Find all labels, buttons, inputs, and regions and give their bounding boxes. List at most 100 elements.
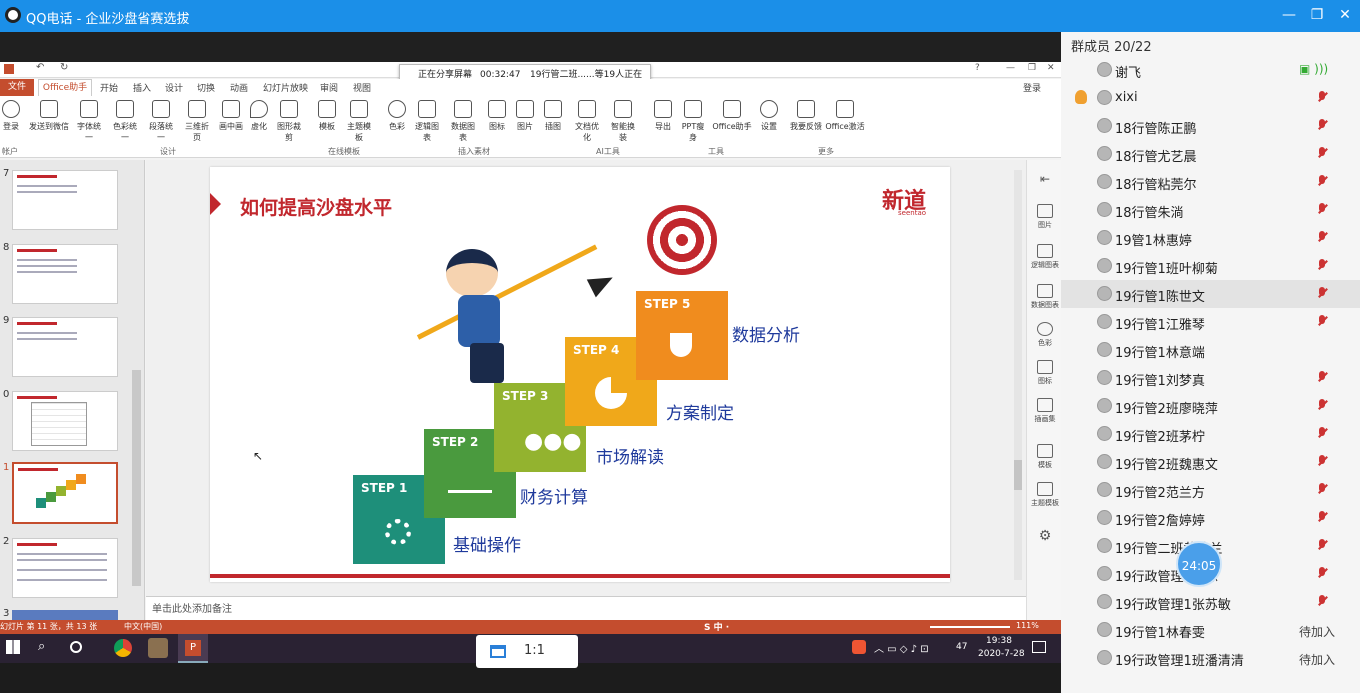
slide-thumbnail[interactable] xyxy=(12,244,118,304)
tab-view[interactable]: 视图 xyxy=(353,81,371,94)
maximize-button[interactable]: ❐ xyxy=(1306,5,1328,25)
member-row[interactable]: 19行管1刘梦真 xyxy=(1061,364,1360,392)
slide-thumbnail[interactable] xyxy=(12,538,118,598)
notification-badge[interactable]: 47 xyxy=(956,642,967,652)
ribbon-template-button[interactable]: 模板 xyxy=(312,100,342,138)
ime-icon[interactable]: S 中 · xyxy=(704,620,729,633)
side-picture-button[interactable]: 图片 xyxy=(1031,204,1059,230)
side-data-chart-button[interactable]: 数据图表 xyxy=(1031,284,1059,310)
collapse-button[interactable]: ⇤ xyxy=(1031,172,1059,186)
member-row[interactable]: 19行管1陈世文 xyxy=(1061,280,1360,308)
language-indicator[interactable]: 中文(中国) xyxy=(124,621,162,632)
member-row[interactable]: 19行管1江雅琴 xyxy=(1061,308,1360,336)
ribbon-login-button[interactable]: 登录 xyxy=(0,100,26,138)
member-row[interactable]: 19行政管理1班潘清清 待加入 xyxy=(1061,644,1360,672)
ratio-toggle-button[interactable]: 1:1 xyxy=(476,635,578,668)
member-row[interactable]: 19行管2詹婷婷 xyxy=(1061,504,1360,532)
ribbon-feedback-button[interactable]: 我要反馈 xyxy=(788,100,824,138)
side-illustration-button[interactable]: 插画集 xyxy=(1031,398,1059,424)
ribbon-doc-optimize-button[interactable]: 文档优化 xyxy=(572,100,602,142)
help-icon[interactable]: ? xyxy=(975,63,980,73)
tab-slideshow[interactable]: 幻灯片放映 xyxy=(263,81,308,94)
tab-office-helper[interactable]: Office助手 xyxy=(38,79,92,96)
ribbon-picture-button[interactable]: 图片 xyxy=(510,100,540,138)
member-row[interactable]: 18行管陈正鹏 xyxy=(1061,112,1360,140)
member-row[interactable]: 19行管2范兰方 xyxy=(1061,476,1360,504)
ppt-restore-button[interactable]: ❐ xyxy=(1028,63,1036,73)
zoom-slider[interactable] xyxy=(930,626,1010,628)
ribbon-data-chart-button[interactable]: 数据图表 xyxy=(448,100,478,142)
tab-animations[interactable]: 动画 xyxy=(230,81,248,94)
thumbnail-scrollbar[interactable] xyxy=(132,370,141,586)
member-row[interactable]: 19行管1林春雯 待加入 xyxy=(1061,616,1360,644)
close-button[interactable]: ✕ xyxy=(1334,5,1356,25)
slide-thumbnail[interactable] xyxy=(12,317,118,377)
tray-icons[interactable]: ︿ ▭ ◇ ♪ ⊡ xyxy=(874,640,929,655)
ribbon-crop-button[interactable]: 图形裁剪 xyxy=(274,100,304,142)
ribbon-office-helper-button[interactable]: Office助手 xyxy=(712,100,752,138)
tab-review[interactable]: 审阅 xyxy=(320,81,338,94)
windows-start-icon[interactable] xyxy=(6,640,20,654)
login-link[interactable]: 登录 xyxy=(1023,81,1041,94)
side-theme-button[interactable]: 主题模板 xyxy=(1031,482,1059,508)
ribbon-illustration-button[interactable]: 插图 xyxy=(538,100,568,138)
member-row[interactable]: 谢飞 ▣ ))) xyxy=(1061,56,1360,84)
ribbon-paragraph-button[interactable]: 段落统一 xyxy=(146,100,176,142)
ribbon-palette-button[interactable]: 色彩 xyxy=(382,100,412,138)
zoom-level[interactable]: 111% xyxy=(1016,621,1039,630)
ribbon-pip-button[interactable]: 画中画 xyxy=(216,100,246,138)
member-row[interactable]: 18行管尤艺晨 xyxy=(1061,140,1360,168)
gear-icon[interactable]: ⚙ xyxy=(1031,528,1059,544)
ribbon-settings-button[interactable]: 设置 xyxy=(754,100,784,138)
slide-thumbnail-active[interactable] xyxy=(12,462,118,524)
ribbon-fold-button[interactable]: 三维折页 xyxy=(182,100,212,142)
side-icons-button[interactable]: 图标 xyxy=(1031,360,1059,386)
ribbon-logic-chart-button[interactable]: 逻辑图表 xyxy=(412,100,442,142)
app-icon[interactable] xyxy=(148,638,168,658)
undo-icon[interactable]: ↶ xyxy=(36,62,44,73)
file-tab[interactable]: 文件 xyxy=(0,79,34,96)
member-row[interactable]: 19行管1班叶柳菊 xyxy=(1061,252,1360,280)
ppt-minimize-button[interactable]: — xyxy=(1006,63,1015,73)
task-view-icon[interactable] xyxy=(70,641,82,653)
ribbon-export-button[interactable]: 导出 xyxy=(648,100,678,138)
slide-thumbnail[interactable] xyxy=(12,170,118,230)
minimize-button[interactable]: — xyxy=(1278,5,1300,25)
ribbon-slim-button[interactable]: PPT瘦身 xyxy=(678,100,708,142)
sogou-tray-icon[interactable] xyxy=(852,640,866,654)
side-color-button[interactable]: 色彩 xyxy=(1031,322,1059,348)
ribbon-smart-change-button[interactable]: 智能换装 xyxy=(608,100,638,142)
tab-insert[interactable]: 插入 xyxy=(133,81,151,94)
ribbon-theme-template-button[interactable]: 主题模板 xyxy=(344,100,374,142)
member-row[interactable]: 19行管2班茅柠 xyxy=(1061,420,1360,448)
slide-thumbnail[interactable] xyxy=(12,391,118,451)
chrome-icon[interactable] xyxy=(114,639,132,657)
member-row[interactable]: 19行管1林意端 xyxy=(1061,336,1360,364)
powerpoint-taskbar-button[interactable]: P xyxy=(178,634,208,663)
ribbon-blur-button[interactable]: 虚化 xyxy=(244,100,274,138)
ribbon-wechat-button[interactable]: 发送到微信 xyxy=(28,100,70,138)
ribbon-activate-button[interactable]: Office激活 xyxy=(824,100,866,138)
ribbon-color-button[interactable]: 色彩统一 xyxy=(110,100,140,142)
tab-transitions[interactable]: 切换 xyxy=(197,81,215,94)
ppt-close-button[interactable]: ✕ xyxy=(1047,63,1055,73)
slide-thumbnail[interactable] xyxy=(12,610,118,620)
slide-scrollbar[interactable] xyxy=(1014,170,1022,580)
ribbon-icons-button[interactable]: 图标 xyxy=(482,100,512,138)
notes-pane[interactable]: 单击此处添加备注 xyxy=(146,596,1026,620)
member-row[interactable]: 18行管粘莞尔 xyxy=(1061,168,1360,196)
redo-icon[interactable]: ↻ xyxy=(60,62,68,73)
tab-home[interactable]: 开始 xyxy=(100,81,118,94)
member-row[interactable]: xixi xyxy=(1061,84,1360,112)
side-logic-chart-button[interactable]: 逻辑图表 xyxy=(1031,244,1059,270)
side-template-button[interactable]: 模板 xyxy=(1031,444,1059,470)
slide-scrollbar-thumb[interactable] xyxy=(1014,460,1022,490)
search-icon[interactable]: ⌕ xyxy=(38,639,45,654)
ribbon-font-button[interactable]: 字体统一 xyxy=(74,100,104,142)
member-row[interactable]: 19行管2班廖晓萍 xyxy=(1061,392,1360,420)
save-icon[interactable] xyxy=(4,64,14,74)
member-row[interactable]: 19管1林惠婷 xyxy=(1061,224,1360,252)
member-row[interactable]: 19行政管理1张苏敏 xyxy=(1061,588,1360,616)
action-center-icon[interactable] xyxy=(1032,641,1046,653)
tab-design[interactable]: 设计 xyxy=(165,81,183,94)
